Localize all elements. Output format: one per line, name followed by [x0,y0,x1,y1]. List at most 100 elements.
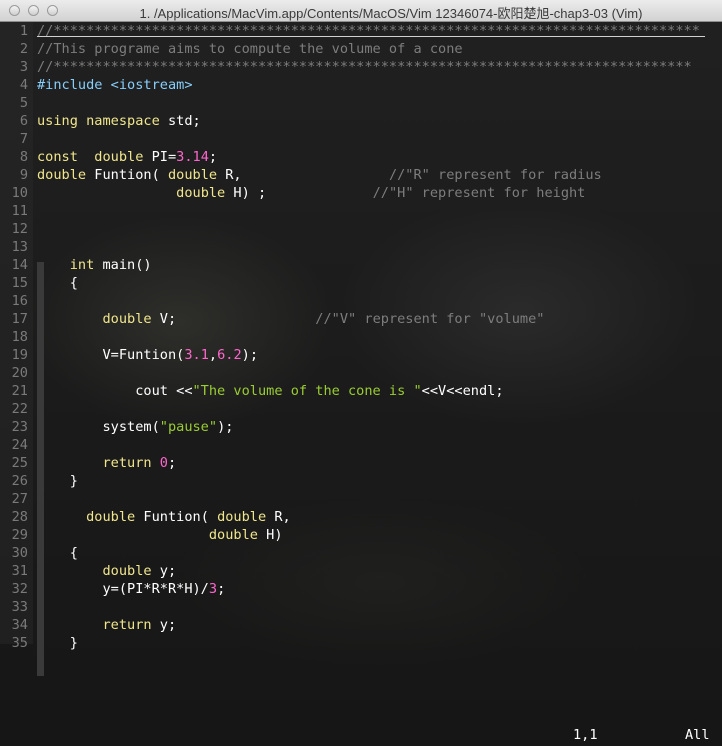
line-number: 19 [11,347,28,363]
code-line[interactable]: 3 //*************************************… [0,58,692,76]
line-number: 33 [11,599,28,615]
cursor-line-underline [37,36,705,37]
line-number: 32 [11,581,28,597]
code-token: y; [151,563,177,579]
code-token: H) [257,527,283,543]
code-token: 3 [208,581,218,597]
code-token: Funtion( [86,167,168,183]
code-line[interactable]: 21 cout <<"The volume of the cone is "<<… [0,382,504,400]
line-number: 24 [11,437,28,453]
line-number: 9 [19,167,28,183]
code-line[interactable]: 24 [0,436,37,454]
line-number: 34 [11,617,28,633]
code-line[interactable]: 13 [0,238,37,256]
code-line[interactable]: 10 double H) ; //"H" represent for heigh… [0,184,586,202]
code-token: { [37,275,78,291]
code-line[interactable]: 34 return y; [0,616,177,634]
code-line[interactable]: 11 [0,202,37,220]
code-line[interactable]: 22 [0,400,37,418]
code-line[interactable]: 4 #include <iostream> [0,76,193,94]
code-token: 0 [159,455,168,471]
zoom-button[interactable] [47,5,58,16]
code-token: double [167,167,218,183]
code-token: 3.14 [176,149,209,165]
code-line[interactable]: 15 { [0,274,78,292]
code-line[interactable]: 2 //This programe aims to compute the vol… [0,40,463,58]
line-number: 4 [19,77,28,93]
code-line[interactable]: 26 } [0,472,78,490]
code-line[interactable]: 19 V=Funtion(3.1,6.2); [0,346,258,364]
line-number: 35 [11,635,28,651]
line-number: 20 [11,365,28,381]
scroll-indicator: All [685,727,710,743]
code-line[interactable]: 35 } [0,634,78,652]
code-line[interactable]: 27 [0,490,37,508]
code-token: 3.1 [184,347,209,363]
code-token: H) ; [225,185,373,201]
code-token: int [69,257,95,273]
code-line[interactable]: 18 [0,328,37,346]
code-token: return [102,617,152,633]
close-button[interactable] [9,5,20,16]
code-line[interactable]: 29 double H) [0,526,283,544]
code-line[interactable]: 23 system("pause"); [0,418,234,436]
code-token: ); [241,347,259,363]
code-token: "pause" [159,419,218,435]
minimize-button[interactable] [28,5,39,16]
code-line[interactable]: 9 double Funtion( double R, //"R" represe… [0,166,602,184]
line-number: 26 [11,473,28,489]
code-line[interactable]: 1//*************************************… [0,22,700,40]
code-line[interactable]: 32 y=(PI*R*R*H)/3; [0,580,226,598]
code-token: cout << [37,383,193,399]
code-line[interactable]: 16 [0,292,37,310]
code-line[interactable]: 7 [0,130,37,148]
code-line[interactable]: 8 const double PI=3.14; [0,148,217,166]
editor-area[interactable]: 1 //*************************************… [0,22,722,746]
code-line[interactable]: 14 int main() [0,256,152,274]
code-token: 6.2 [217,347,242,363]
line-number: 12 [11,221,28,237]
line-number: 14 [11,257,28,273]
line-number: 11 [11,203,28,219]
code-line[interactable]: 20 [0,364,37,382]
code-line[interactable]: 28 double Funtion( double R, [0,508,291,526]
code-token: , [208,347,218,363]
code-token: V; [151,311,316,327]
code-token: PI= [143,149,177,165]
code-token: using namespace [37,113,160,129]
code-line[interactable]: 17 double V; //"V" represent for "volume… [0,310,545,328]
code-line[interactable]: 6 using namespace std; [0,112,201,130]
vim-window: 1. /Applications/MacVim.app/Contents/Mac… [0,0,722,746]
line-number: 16 [11,293,28,309]
code-line[interactable]: 30 { [0,544,78,562]
line-number: 3 [19,59,28,75]
code-line[interactable]: 5 [0,94,37,112]
code-token: double [102,563,152,579]
line-number: 21 [11,383,28,399]
code-token: V=Funtion( [37,347,185,363]
code-token: double [217,509,267,525]
code-token: } [37,473,78,489]
code-line[interactable]: 31 double y; [0,562,177,580]
code-line[interactable]: 12 [0,220,37,238]
code-line[interactable]: 33 [0,598,37,616]
code-token: Funtion( [135,509,218,525]
code-token: return [102,455,152,471]
title-bar: 1. /Applications/MacVim.app/Contents/Mac… [0,0,722,22]
code-token: double [102,311,152,327]
code-token: //"R" represent for radius [388,167,602,183]
line-number: 28 [11,509,28,525]
line-number: 23 [11,419,28,435]
code-token: system( [37,419,160,435]
code-token: #include <iostream> [37,77,193,93]
line-number: 25 [11,455,28,471]
line-number: 7 [19,131,28,147]
line-number: 18 [11,329,28,345]
code-line[interactable]: 25 return 0; [0,454,177,472]
